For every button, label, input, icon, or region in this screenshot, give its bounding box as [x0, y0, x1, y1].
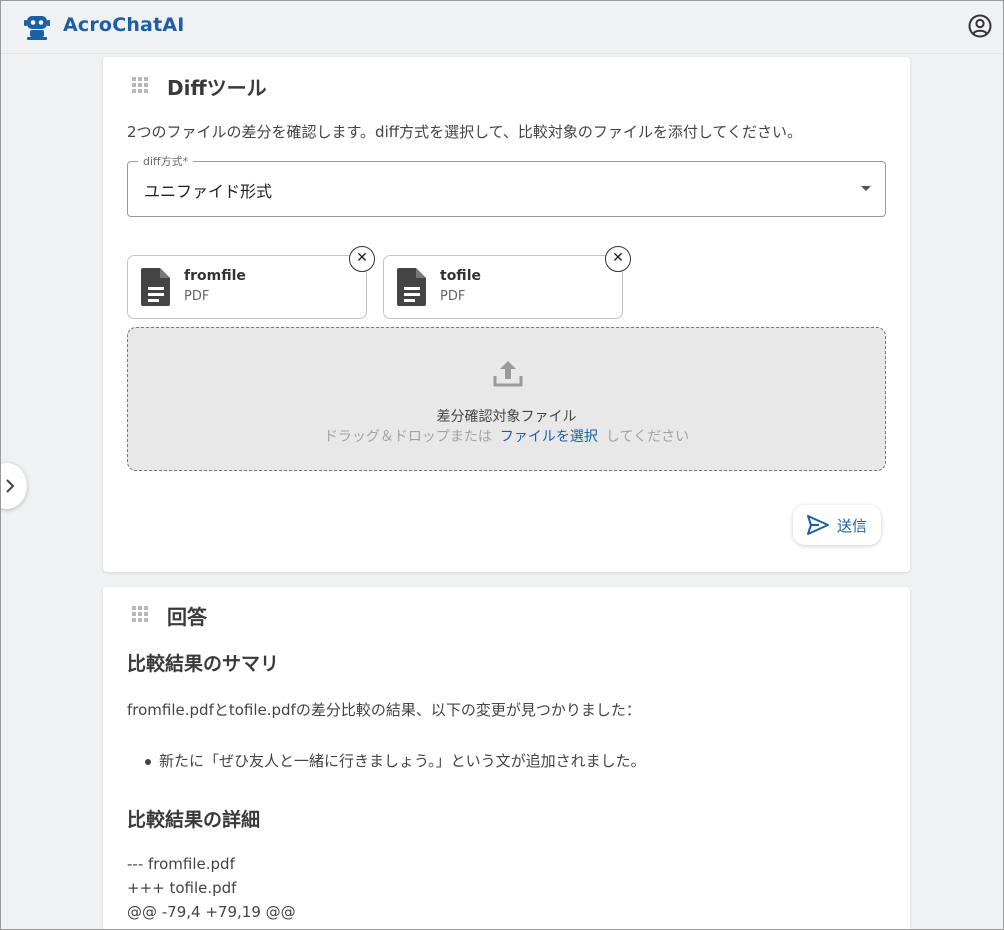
send-icon	[807, 515, 829, 535]
detail-heading: 比較結果の詳細	[127, 809, 261, 831]
tool-description: 2つのファイルの差分を確認します。diff方式を選択して、比較対象のファイルを添…	[127, 123, 802, 141]
card-title: 回答	[167, 605, 207, 629]
diff-line: --- fromfile.pdf	[127, 855, 235, 873]
remove-file-button[interactable]: ✕	[605, 246, 631, 272]
drag-grid-icon[interactable]	[131, 605, 149, 623]
file-name: tofile	[440, 268, 481, 284]
send-button[interactable]: 送信	[793, 505, 881, 545]
diff-mode-select[interactable]: diff方式* ユニファイド形式	[127, 153, 886, 217]
file-type: PDF	[440, 289, 466, 304]
top-app-bar: AcroChatAI	[1, 1, 1003, 54]
diff-mode-label: diff方式*	[138, 153, 194, 169]
app-window: AcroChatAI Diffツール 2つのファイルの差分を確認します。diff…	[0, 0, 1004, 930]
diff-tool-card: Diffツール 2つのファイルの差分を確認します。diff方式を選択して、比較対…	[103, 57, 910, 572]
dropzone-hint: ドラッグ＆ドロップまたは ファイルを選択 してください	[128, 426, 885, 446]
drag-grid-icon[interactable]	[131, 76, 149, 94]
close-icon: ✕	[612, 250, 624, 266]
sidebar-toggle-button[interactable]	[1, 463, 27, 509]
file-dropzone[interactable]: 差分確認対象ファイル ドラッグ＆ドロップまたは ファイルを選択 してください	[127, 327, 886, 471]
chevron-right-icon	[6, 479, 15, 493]
file-name: fromfile	[184, 268, 246, 284]
file-chip-fromfile: fromfile PDF ✕	[127, 246, 375, 319]
bullet-marker	[145, 759, 151, 765]
document-icon	[397, 268, 426, 306]
diff-line: +++ tofile.pdf	[127, 879, 237, 897]
dropzone-title: 差分確認対象ファイル	[436, 409, 577, 425]
card-title: Diffツール	[167, 76, 267, 100]
diff-line: @@ -79,4 +79,19 @@	[127, 903, 296, 921]
document-icon	[141, 268, 170, 306]
summary-text: fromfile.pdfとtofile.pdfの差分比較の結果、以下の変更が見つ…	[127, 701, 641, 719]
app-title: AcroChatAI	[63, 14, 185, 36]
dropzone-hint-after: してください	[605, 429, 690, 445]
upload-icon	[493, 361, 523, 387]
dropzone-hint-before: ドラッグ＆ドロップまたは	[323, 429, 492, 445]
select-file-link[interactable]: ファイルを選択	[500, 429, 598, 445]
remove-file-button[interactable]: ✕	[349, 246, 375, 272]
file-type: PDF	[184, 289, 210, 304]
close-icon: ✕	[356, 250, 368, 266]
summary-heading: 比較結果のサマリ	[127, 653, 280, 675]
robot-icon[interactable]	[23, 13, 51, 41]
answer-card: 回答 比較結果のサマリ fromfile.pdfとtofile.pdfの差分比較…	[103, 587, 910, 929]
list-item: 新たに「ぜひ友人と一緒に行きましょう。」という文が追加されました。	[159, 752, 646, 770]
dropdown-arrow-icon	[861, 186, 871, 191]
diff-mode-value: ユニファイド形式	[144, 182, 273, 201]
send-label: 送信	[837, 517, 868, 535]
file-chip-tofile: tofile PDF ✕	[383, 246, 631, 319]
account-circle-icon[interactable]	[967, 13, 993, 39]
